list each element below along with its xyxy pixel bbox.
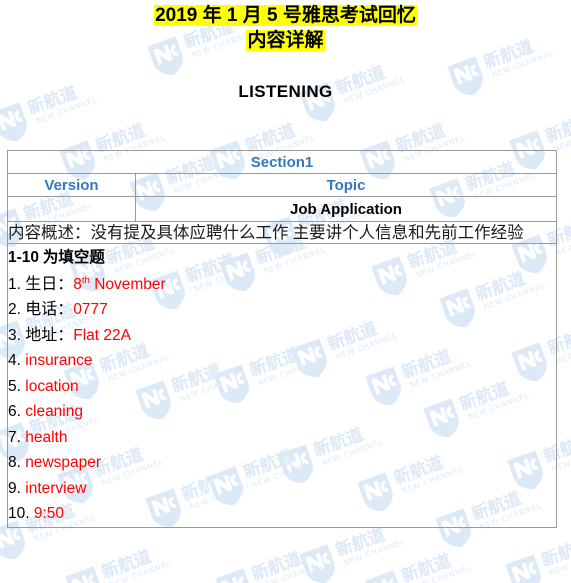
answer-item: 6. cleaning xyxy=(8,399,556,425)
answer-value-rest: November xyxy=(89,275,166,293)
answer-label: 生日： xyxy=(25,275,74,293)
table-row-answers: 1-10 为填空题 1. 生日：8th November 2. 电话：0777 3.… xyxy=(7,243,557,529)
answer-value: health xyxy=(25,429,67,446)
answer-item: 10. 9:50 xyxy=(8,501,556,527)
answer-item: 3. 地址：Flat 22A xyxy=(8,323,556,349)
answer-number: 2. xyxy=(8,301,21,319)
answers-cell: 1-10 为填空题 1. 生日：8th November 2. 电话：0777 3.… xyxy=(7,243,557,529)
answer-number: 10. xyxy=(8,505,30,523)
cell-version-value xyxy=(7,196,136,222)
answer-value: Flat 22A xyxy=(73,327,131,344)
answer-value-superscript: th xyxy=(81,274,90,286)
answer-value: insurance xyxy=(25,352,92,369)
answer-value-base: health xyxy=(25,428,68,446)
answer-item: 2. 电话：0777 xyxy=(8,297,556,323)
answer-value-base: 9:50 xyxy=(33,505,65,523)
answer-item: 4. insurance xyxy=(8,348,556,374)
table-row-values: Job Application xyxy=(7,196,557,222)
answer-value: 8th November xyxy=(73,274,166,293)
answer-number: 5. xyxy=(8,377,21,395)
answer-value: cleaning xyxy=(25,403,83,420)
answer-value: 9:50 xyxy=(34,505,64,522)
answer-label: 电话： xyxy=(25,301,74,319)
section-label-cell: Section1 xyxy=(7,150,557,174)
answer-number: 7. xyxy=(8,428,21,446)
answer-value-base: insurance xyxy=(25,352,93,370)
answer-item: 1. 生日：8th November xyxy=(8,268,556,298)
questions-type-label: 为填空题 xyxy=(39,248,105,266)
answer-value: 0777 xyxy=(73,301,107,318)
answer-number: 8. xyxy=(8,454,21,472)
cell-topic-value: Job Application xyxy=(135,196,557,222)
answer-value-base: 0777 xyxy=(73,301,108,319)
answer-value-base: cleaning xyxy=(25,403,83,421)
answer-value: location xyxy=(25,378,78,395)
document-title-line-1: 2019 年 1 月 5 号雅思考试回忆 xyxy=(0,5,571,27)
document-page: 2019 年 1 月 5 号雅思考试回忆 内容详解 LISTENING Sect… xyxy=(0,5,571,583)
section-heading-listening: LISTENING xyxy=(238,81,333,101)
content-description: 内容概述：没有提及具体应聘什么工作 主要讲个人信息和先前工作经验 xyxy=(7,220,557,245)
answer-value-base: location xyxy=(25,377,79,395)
section-table: Section1 Version Topic Job Application 内… xyxy=(7,150,557,529)
questions-range-label: 1-10 为填空题 xyxy=(8,245,556,267)
answer-item: 8. newspaper xyxy=(8,450,556,476)
answer-value-base: newspaper xyxy=(25,454,102,472)
answer-value-base: Flat 22A xyxy=(73,326,131,344)
title-text-1: 2019 年 1 月 5 号雅思考试回忆 xyxy=(154,5,417,26)
table-row-description: 内容概述：没有提及具体应聘什么工作 主要讲个人信息和先前工作经验 xyxy=(7,220,557,245)
answer-number: 3. xyxy=(8,326,21,344)
answer-item: 5. location xyxy=(8,374,556,400)
column-header-version: Version xyxy=(7,173,136,197)
answer-number: 9. xyxy=(8,479,21,497)
answer-item: 9. interview xyxy=(8,476,556,502)
answer-list: 1. 生日：8th November 2. 电话：0777 3. 地址：Flat 2… xyxy=(8,268,556,527)
answer-value: newspaper xyxy=(25,454,101,471)
answer-number: 6. xyxy=(8,403,21,421)
answer-value: interview xyxy=(25,480,86,497)
table-row-section: Section1 xyxy=(7,150,557,174)
answer-number: 4. xyxy=(8,352,21,370)
answer-value-base: 8 xyxy=(73,275,82,293)
answer-label: 地址： xyxy=(25,326,74,344)
title-text-2: 内容详解 xyxy=(246,30,325,52)
column-header-topic: Topic xyxy=(135,173,557,197)
questions-range: 1-10 xyxy=(8,248,40,266)
answer-value-base: interview xyxy=(25,479,87,497)
answer-number: 1. xyxy=(8,275,21,293)
table-row-columns: Version Topic xyxy=(7,173,557,197)
answer-item: 7. health xyxy=(8,425,556,451)
document-title-line-2: 内容详解 xyxy=(0,30,571,52)
